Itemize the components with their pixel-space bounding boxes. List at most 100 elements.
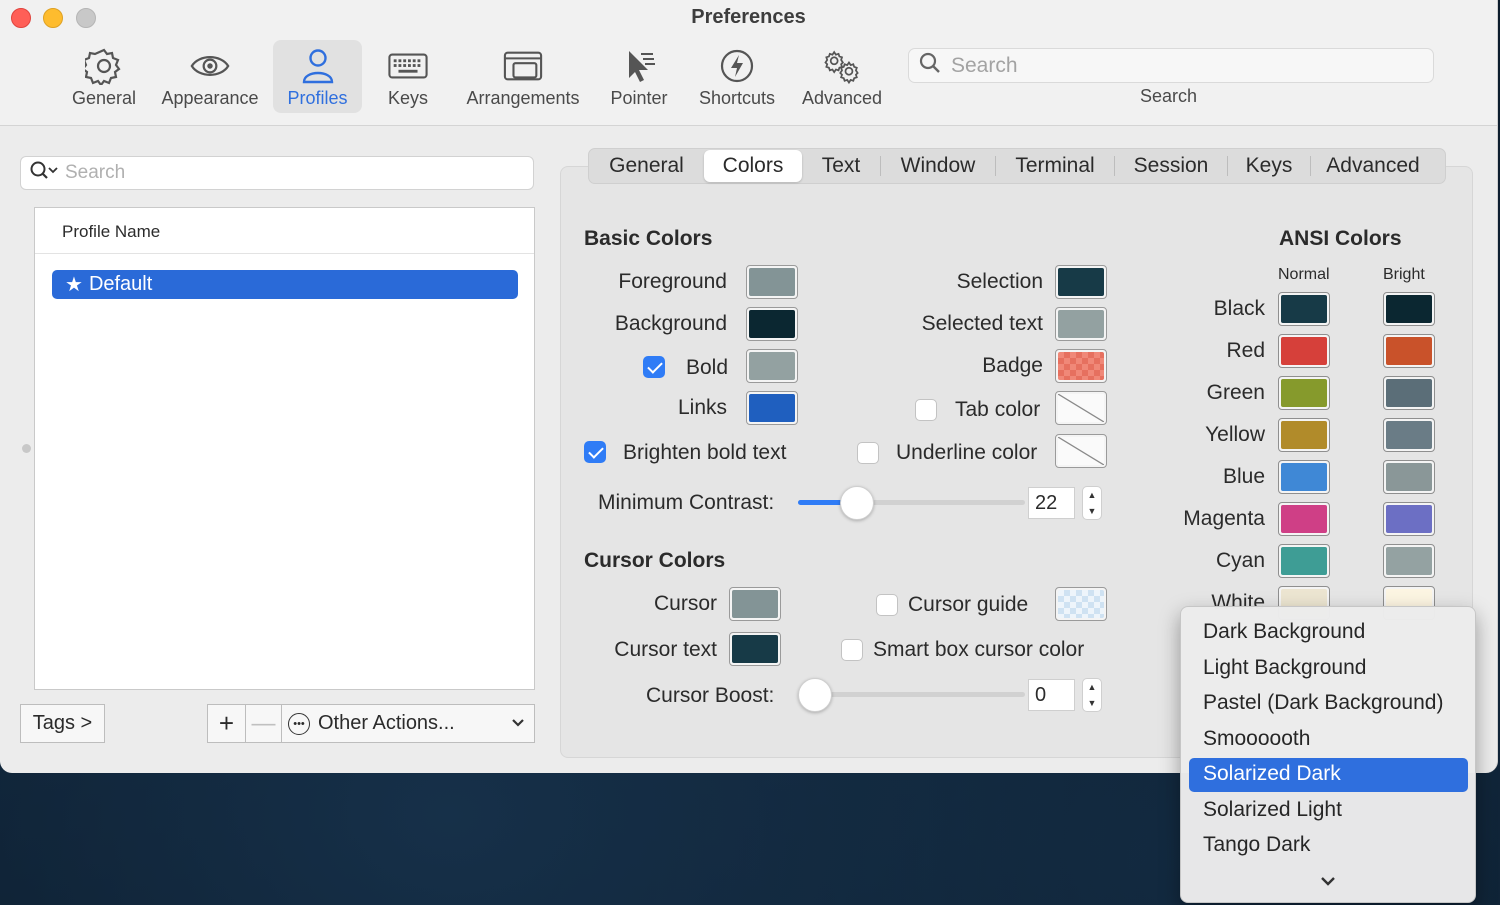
cursor-color-well[interactable] xyxy=(729,587,781,621)
split-view-handle[interactable] xyxy=(22,444,31,453)
tab-keys[interactable]: Keys xyxy=(1228,150,1310,182)
brighten-bold-checkbox[interactable] xyxy=(584,441,606,463)
background-color-well[interactable] xyxy=(746,307,798,341)
chevron-up-icon[interactable]: ▲ xyxy=(1088,490,1097,500)
selected-text-color-well[interactable] xyxy=(1055,307,1107,341)
cursor-guide-checkbox[interactable] xyxy=(876,594,898,616)
menu-item-smoooooth[interactable]: Smoooooth xyxy=(1189,723,1468,757)
toolbar-advanced[interactable]: Advanced xyxy=(797,40,887,113)
ansi-green-bright-well[interactable] xyxy=(1383,376,1435,410)
star-icon: ★ xyxy=(65,274,83,296)
cursor-text-swatch xyxy=(732,635,778,663)
other-actions-button[interactable]: ••• Other Actions... xyxy=(281,704,535,743)
keyboard-icon xyxy=(388,46,428,86)
cursor-text-label: Cursor text xyxy=(614,638,717,661)
tab-general[interactable]: General xyxy=(589,150,704,182)
ansi-cyan-normal-well[interactable] xyxy=(1278,544,1330,578)
ansi-blue-normal-well[interactable] xyxy=(1278,460,1330,494)
cursor-boost-slider-track[interactable] xyxy=(798,692,1025,697)
ansi-blue-bright-well[interactable] xyxy=(1383,460,1435,494)
cursor-text-color-well[interactable] xyxy=(729,632,781,666)
foreground-swatch xyxy=(749,268,795,296)
bold-checkbox[interactable] xyxy=(643,356,665,378)
toolbar-arrangements[interactable]: Arrangements xyxy=(459,40,587,113)
toolbar-appearance[interactable]: Appearance xyxy=(156,40,264,113)
add-profile-button[interactable]: + xyxy=(207,704,246,743)
titlebar: Preferences General Appearance Profiles … xyxy=(0,0,1497,126)
toolbar-general[interactable]: General xyxy=(64,40,144,113)
bold-color-well[interactable] xyxy=(746,349,798,383)
ansi-yellow-bright-well[interactable] xyxy=(1383,418,1435,452)
remove-profile-button[interactable]: — xyxy=(245,704,282,743)
badge-color-well[interactable] xyxy=(1055,349,1107,383)
ansi-magenta-normal-well[interactable] xyxy=(1278,502,1330,536)
column-header-profile-name[interactable]: Profile Name xyxy=(35,208,534,254)
search-filter-icon xyxy=(29,160,59,187)
cursor-colors-title: Cursor Colors xyxy=(584,549,726,572)
min-contrast-stepper[interactable]: ▲ ▼ xyxy=(1082,486,1102,520)
ansi-swatch xyxy=(1281,379,1327,407)
toolbar-label: Advanced xyxy=(801,88,883,108)
bold-swatch xyxy=(749,352,795,380)
toolbar-profiles[interactable]: Profiles xyxy=(273,40,362,113)
menu-item-solarized-dark[interactable]: Solarized Dark xyxy=(1189,758,1468,792)
tags-button[interactable]: Tags > xyxy=(20,704,105,743)
ansi-label-yellow: Yellow xyxy=(1205,423,1265,446)
smart-box-cursor-checkbox[interactable] xyxy=(841,639,863,661)
ansi-black-normal-well[interactable] xyxy=(1278,292,1330,326)
ansi-green-normal-well[interactable] xyxy=(1278,376,1330,410)
underline-color-well-disabled[interactable] xyxy=(1055,434,1107,468)
cursor-guide-color-well[interactable] xyxy=(1055,587,1107,621)
chevron-down-icon[interactable]: ▼ xyxy=(1088,506,1097,516)
chevron-down-icon[interactable] xyxy=(1318,875,1338,894)
tab-color-checkbox[interactable] xyxy=(915,399,937,421)
ansi-yellow-normal-well[interactable] xyxy=(1278,418,1330,452)
menu-item-dark-background[interactable]: Dark Background xyxy=(1189,616,1468,650)
foreground-color-well[interactable] xyxy=(746,265,798,299)
toolbar-search-input[interactable] xyxy=(951,53,1411,78)
ansi-swatch xyxy=(1281,547,1327,575)
underline-color-label: Underline color xyxy=(896,441,1038,464)
tab-colors[interactable]: Colors xyxy=(704,150,802,182)
min-contrast-value-field[interactable]: 22 xyxy=(1028,487,1075,519)
menu-item-solarized-light[interactable]: Solarized Light xyxy=(1189,794,1468,828)
ansi-red-normal-well[interactable] xyxy=(1278,334,1330,368)
ansi-swatch xyxy=(1386,337,1432,365)
cursor-boost-slider-knob[interactable] xyxy=(798,678,832,712)
tab-terminal[interactable]: Terminal xyxy=(996,150,1114,182)
toolbar-search-field[interactable] xyxy=(908,48,1434,83)
selection-label: Selection xyxy=(956,270,1043,293)
toolbar-pointer[interactable]: Pointer xyxy=(606,40,672,113)
cursor-boost-stepper[interactable]: ▲ ▼ xyxy=(1082,678,1102,712)
chevron-up-icon[interactable]: ▲ xyxy=(1088,682,1097,692)
basic-colors-title: Basic Colors xyxy=(584,227,713,250)
selection-color-well[interactable] xyxy=(1055,265,1107,299)
tab-text[interactable]: Text xyxy=(802,150,880,182)
badge-label: Badge xyxy=(982,354,1043,377)
profile-row-default[interactable]: ★ Default xyxy=(52,270,518,299)
tab-session[interactable]: Session xyxy=(1115,150,1227,182)
profile-search-input[interactable] xyxy=(65,162,505,184)
tab-color-label: Tab color xyxy=(955,398,1041,421)
links-label: Links xyxy=(677,396,727,419)
toolbar-shortcuts[interactable]: Shortcuts xyxy=(692,40,782,113)
tab-advanced[interactable]: Advanced xyxy=(1311,150,1435,182)
chevron-down-icon[interactable]: ▼ xyxy=(1088,698,1097,708)
tab-window[interactable]: Window xyxy=(881,150,995,182)
ansi-red-bright-well[interactable] xyxy=(1383,334,1435,368)
underline-color-checkbox[interactable] xyxy=(857,442,879,464)
menu-item-tango-dark[interactable]: Tango Dark xyxy=(1189,829,1468,863)
menu-item-light-background[interactable]: Light Background xyxy=(1189,652,1468,686)
tab-color-well-disabled[interactable] xyxy=(1055,391,1107,425)
menu-item-pastel-dark-background[interactable]: Pastel (Dark Background) xyxy=(1189,687,1468,721)
cursor-boost-value-field[interactable]: 0 xyxy=(1028,679,1075,711)
toolbar-keys[interactable]: Keys xyxy=(380,40,436,113)
ansi-magenta-bright-well[interactable] xyxy=(1383,502,1435,536)
links-color-well[interactable] xyxy=(746,391,798,425)
ansi-swatch xyxy=(1386,421,1432,449)
ansi-cyan-bright-well[interactable] xyxy=(1383,544,1435,578)
profile-search-field[interactable] xyxy=(20,156,534,190)
other-actions-label: Other Actions... xyxy=(318,712,455,734)
ansi-black-bright-well[interactable] xyxy=(1383,292,1435,326)
ansi-label-cyan: Cyan xyxy=(1215,549,1265,572)
